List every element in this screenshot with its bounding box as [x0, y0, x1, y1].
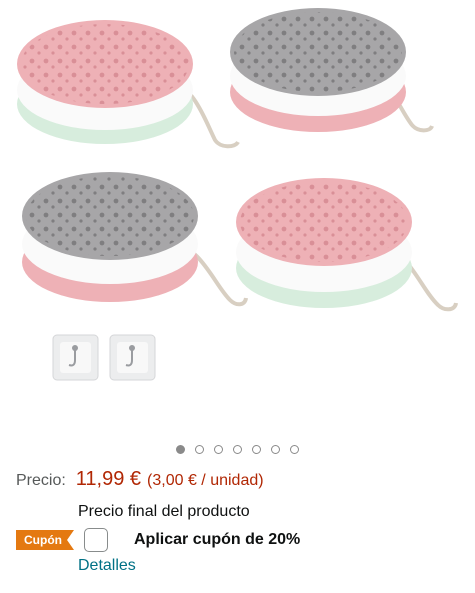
coupon-details-link[interactable]: Detalles — [78, 557, 136, 575]
coupon-badge: Cupón — [16, 530, 74, 550]
price-value: 11,99 € — [75, 468, 142, 490]
price-row: Precio: 11,99 € (3,00 € / unidad) — [16, 468, 264, 491]
product-image-gallery[interactable] — [0, 0, 475, 440]
sponge-gray-1 — [230, 8, 434, 133]
hook-thumbnail-1 — [52, 334, 99, 381]
sponge-pink-2 — [236, 178, 458, 312]
image-carousel-dots — [0, 445, 475, 454]
coupon-checkbox[interactable] — [84, 528, 108, 552]
carousel-dot-3[interactable] — [214, 445, 223, 454]
sponge-gray-2 — [22, 172, 248, 307]
carousel-dot-7[interactable] — [290, 445, 299, 454]
hook-thumbnail-2 — [109, 334, 156, 381]
sponge-pink-1 — [17, 20, 240, 149]
carousel-dot-4[interactable] — [233, 445, 242, 454]
final-price-note: Precio final del producto — [78, 503, 250, 520]
price-label: Precio: — [16, 472, 66, 489]
coupon-label[interactable]: Aplicar cupón de 20% — [134, 531, 300, 549]
carousel-dot-5[interactable] — [252, 445, 261, 454]
carousel-dot-1[interactable] — [176, 445, 185, 454]
product-image[interactable] — [0, 0, 475, 440]
coupon-row: Cupón Aplicar cupón de 20% — [16, 527, 300, 553]
carousel-dot-2[interactable] — [195, 445, 204, 454]
carousel-dot-6[interactable] — [271, 445, 280, 454]
unit-price: (3,00 € / unidad) — [147, 472, 264, 489]
